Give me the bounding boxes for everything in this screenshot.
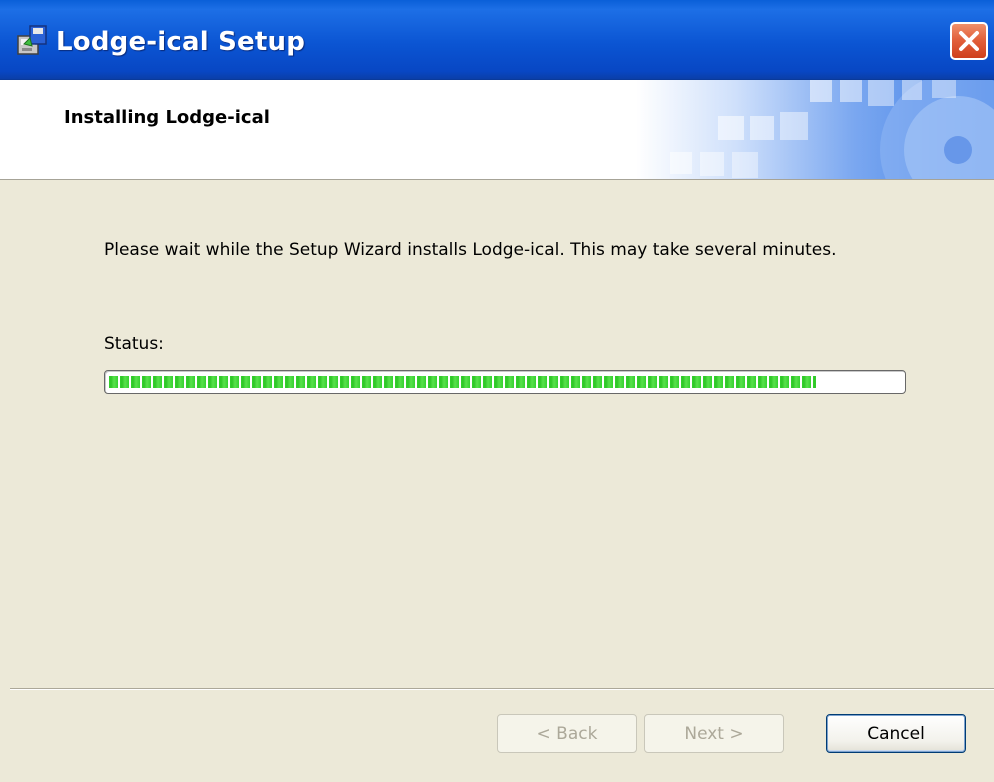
close-button[interactable] [950,22,988,60]
progress-bar [104,370,906,394]
progress-fill [109,376,816,388]
next-button[interactable]: Next > [644,714,784,753]
header-banner: Installing Lodge-ical [0,80,994,180]
back-button[interactable]: < Back [497,714,637,753]
install-description: Please wait while the Setup Wizard insta… [104,240,837,260]
setup-window: Lodge-ical Setup Installing Lodge-ical P… [0,0,994,782]
installer-icon [17,25,47,55]
banner-artwork [670,80,994,179]
footer-separator [10,688,994,690]
status-label: Status: [104,334,164,354]
page-title: Installing Lodge-ical [64,107,270,128]
close-icon [959,31,979,51]
window-title: Lodge-ical Setup [56,27,306,57]
title-bar[interactable]: Lodge-ical Setup [0,0,994,80]
cancel-button[interactable]: Cancel [826,714,966,753]
